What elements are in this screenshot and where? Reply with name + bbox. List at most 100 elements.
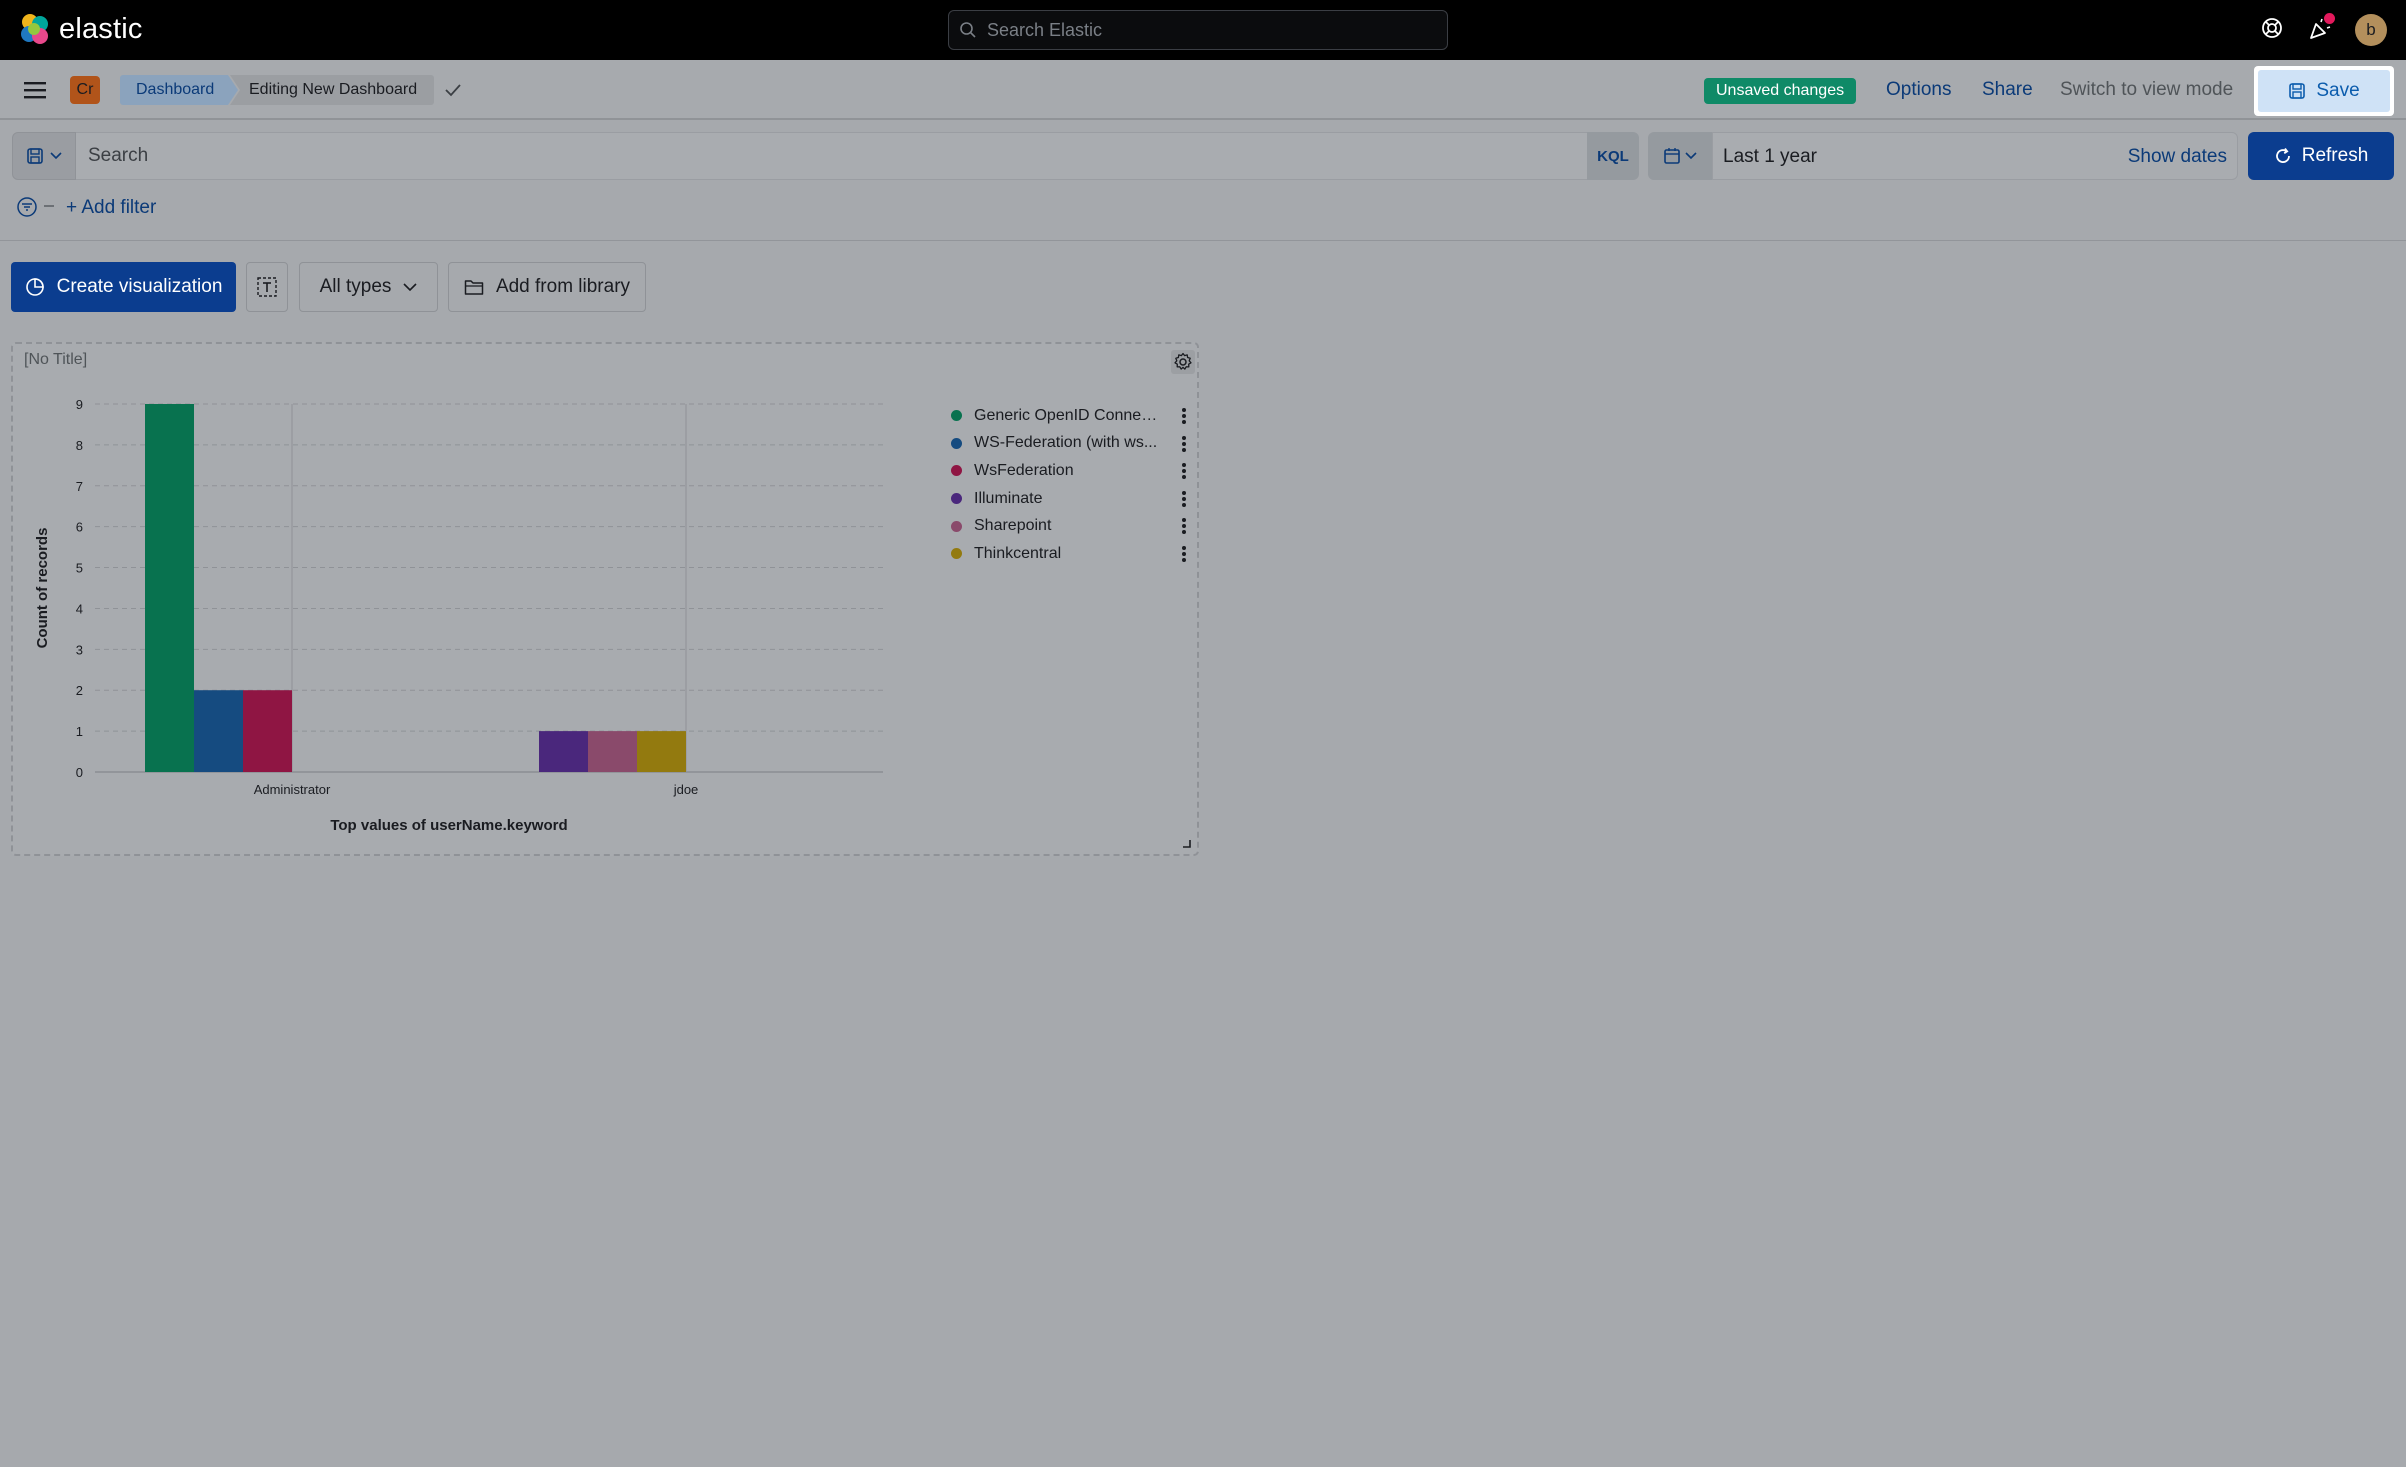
filter-menu-icon[interactable] [16,196,38,218]
legend-item[interactable]: WS-Federation (with ws... [947,430,1187,458]
share-button[interactable]: Share [1982,79,2033,101]
chart-bars [145,404,686,772]
legend-label: Generic OpenID Connec... [974,406,1160,424]
query-search-input[interactable]: Search [76,132,1599,180]
y-tick-label: 2 [76,683,83,698]
show-dates-button[interactable]: Show dates [2128,146,2227,168]
legend-label: WS-Federation (with ws... [974,434,1158,452]
visualize-icon [25,278,44,296]
legend-item[interactable]: Illuminate [947,485,1187,513]
legend-swatch [951,465,962,477]
visualization-panel[interactable]: [No Title] 0123456789 Administrator jdoe … [11,342,1199,856]
x-tick-label: Administrator [254,782,331,797]
menu-icon[interactable] [24,80,46,100]
global-search[interactable] [948,10,1448,50]
calendar-icon [1664,148,1680,164]
legend-actions-icon[interactable] [1181,462,1187,480]
y-tick-label: 9 [76,397,83,412]
bar[interactable] [243,690,292,772]
filter-divider [44,205,54,207]
y-tick-label: 0 [76,765,83,780]
saved-query-button[interactable] [12,132,76,180]
bar[interactable] [637,731,686,772]
legend-swatch [951,493,962,505]
add-from-library-button[interactable]: Add from library [448,262,646,312]
legend-actions-icon[interactable] [1181,517,1187,535]
user-avatar[interactable]: b [2355,14,2387,46]
kql-language-button[interactable]: KQL [1587,132,1639,180]
bar-chart[interactable]: 0 1 2 3 4 5 6 7 8 9 Administrator jdoe Count of re… [13,344,933,854]
legend-actions-icon[interactable] [1181,435,1187,453]
legend-item[interactable]: WsFederation [947,457,1187,485]
refresh-button[interactable]: Refresh [2248,132,2394,180]
quick-date-button[interactable] [1648,132,1712,180]
legend-label: Thinkcentral [974,544,1062,562]
add-from-library-label: Add from library [495,276,631,297]
switch-view-mode-button[interactable]: Switch to view mode [2060,79,2233,101]
notification-dot [2324,13,2335,24]
legend-actions-icon[interactable] [1181,490,1187,508]
folder-icon [464,280,484,295]
text-icon [257,277,277,297]
y-tick-label: 4 [76,601,83,616]
chevron-down-icon [1685,152,1697,160]
add-text-panel-button[interactable] [246,262,288,312]
query-bar: Search KQL [12,132,1639,180]
legend-label: Illuminate [974,489,1043,507]
y-tick-label: 8 [76,438,83,453]
check-icon[interactable] [444,82,462,98]
search-icon [960,22,976,38]
help-icon[interactable] [2260,16,2284,40]
legend-actions-icon[interactable] [1181,545,1187,563]
saved-query-icon [27,148,43,164]
resize-handle-icon[interactable] [1181,838,1191,848]
y-tick-label: 1 [76,724,83,739]
legend-item[interactable]: Sharepoint [947,512,1187,540]
elastic-logo[interactable]: elastic [18,12,143,46]
legend-actions-icon[interactable] [1181,407,1187,425]
elastic-logo-icon [21,14,48,44]
breadcrumb-editing: Editing New Dashboard [230,75,434,105]
create-visualization-label: Create visualization [56,276,223,297]
date-picker: Last 1 year Show dates [1648,132,2238,180]
refresh-icon [2275,147,2290,163]
options-button[interactable]: Options [1886,79,1951,101]
header-divider [0,240,2406,241]
x-axis-ticks: Administrator jdoe [254,782,699,797]
save-label: Save [2316,80,2360,101]
x-tick-label: jdoe [673,782,699,797]
chart-legend: Generic OpenID Connec... WS-Federation (w… [947,402,1187,568]
y-tick-label: 7 [76,479,83,494]
bar[interactable] [539,731,588,772]
chevron-down-icon [403,283,417,292]
space-avatar[interactable]: Cr [70,76,100,104]
y-axis-label: Count of records [34,528,51,649]
legend-label: WsFederation [974,461,1074,479]
date-range-text: Last 1 year [1723,146,1817,167]
x-axis-label: Top values of userName.keyword [330,817,567,834]
y-tick-label: 3 [76,642,83,657]
bar[interactable] [588,731,637,772]
app-header: Cr Dashboard Editing New Dashboard Unsav… [0,60,2406,120]
legend-item[interactable]: Thinkcentral [947,540,1187,568]
unsaved-changes-badge: Unsaved changes [1704,78,1857,104]
save-button[interactable]: Save [2254,66,2394,116]
save-button-inner: Save [2258,70,2390,112]
legend-label: Sharepoint [974,517,1052,535]
date-range-display[interactable]: Last 1 year Show dates [1712,132,2238,180]
all-types-dropdown[interactable]: All types [299,262,438,312]
y-tick-label: 6 [76,520,83,535]
add-filter-button[interactable]: + Add filter [66,197,156,219]
bar[interactable] [145,404,194,772]
legend-swatch [951,410,962,422]
breadcrumb-dashboard[interactable]: Dashboard [120,75,238,105]
legend-swatch [951,437,962,449]
global-header: elastic b [0,0,2406,60]
bar[interactable] [194,690,243,772]
brand-name: elastic [59,12,143,45]
gear-icon[interactable] [1171,350,1195,374]
global-search-input[interactable] [987,19,1427,41]
create-visualization-button[interactable]: Create visualization [11,262,236,312]
legend-item[interactable]: Generic OpenID Connec... [947,402,1187,430]
chevron-down-icon [50,152,62,160]
